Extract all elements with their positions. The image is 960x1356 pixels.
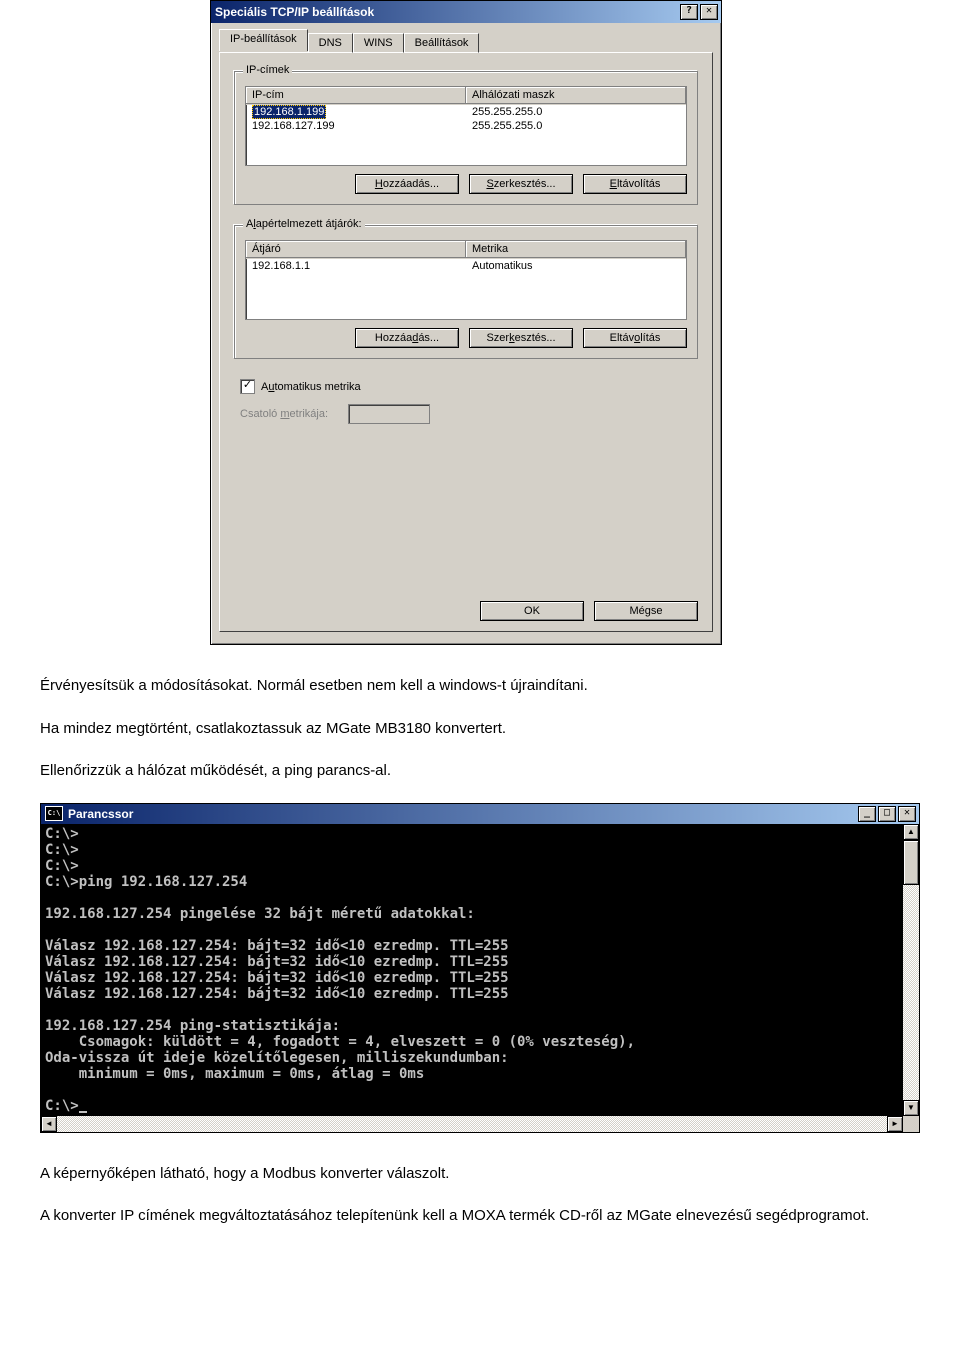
cmd-titlebar: C:\ Parancssor _ □ ✕ <box>41 804 919 824</box>
gw-listview[interactable]: Átjáró Metrika 192.168.1.1 Automatikus <box>245 240 687 320</box>
close-icon[interactable]: ✕ <box>700 4 718 20</box>
maximize-icon[interactable]: □ <box>878 806 896 822</box>
horizontal-scrollbar[interactable]: ◄ ► <box>41 1116 919 1132</box>
ip-row[interactable]: 192.168.127.199 255.255.255.0 <box>246 119 686 133</box>
scroll-left-icon[interactable]: ◄ <box>41 1116 57 1132</box>
ip-cell-ip: 192.168.1.199 <box>252 105 326 119</box>
dialog-titlebar: Speciális TCP/IP beállítások ? ✕ <box>211 1 721 23</box>
gw-cell-gateway: 192.168.1.1 <box>246 259 466 273</box>
tcpip-dialog: Speciális TCP/IP beállítások ? ✕ IP-beál… <box>210 0 722 645</box>
interface-metric-label: Csatoló metrikája: <box>240 408 328 420</box>
doc-paragraph: A konverter IP címének megváltoztatásáho… <box>40 1205 920 1228</box>
cmd-window: C:\ Parancssor _ □ ✕ C:\> C:\> C:\> C:\>… <box>40 803 920 1133</box>
help-icon[interactable]: ? <box>680 4 698 20</box>
tab-ip-settings[interactable]: IP-beállítások <box>219 29 308 51</box>
ok-button[interactable]: OK <box>480 601 584 621</box>
tab-settings[interactable]: Beállítások <box>404 33 480 53</box>
cmd-title: Parancssor <box>68 807 133 821</box>
scroll-up-icon[interactable]: ▲ <box>903 824 919 840</box>
auto-metric-label: Automatikus metrika <box>261 381 361 393</box>
doc-paragraph: Ellenőrizzük a hálózat működését, a ping… <box>40 760 920 783</box>
ip-cell-ip: 192.168.127.199 <box>246 119 466 133</box>
dialog-title: Speciális TCP/IP beállítások <box>215 5 374 19</box>
scroll-corner <box>903 1116 919 1132</box>
minimize-icon[interactable]: _ <box>858 806 876 822</box>
gw-cell-metric: Automatikus <box>466 259 686 273</box>
scroll-track[interactable] <box>57 1116 887 1132</box>
scroll-right-icon[interactable]: ► <box>887 1116 903 1132</box>
gw-edit-button[interactable]: Szerkesztés... <box>469 328 573 348</box>
ip-row[interactable]: 192.168.1.199 255.255.255.0 <box>246 105 686 119</box>
scroll-track[interactable] <box>903 840 919 1100</box>
ip-edit-button[interactable]: Szerkesztés... <box>469 174 573 194</box>
ip-cell-mask: 255.255.255.0 <box>466 105 686 119</box>
ip-group-title: IP-címek <box>243 64 292 76</box>
gateways-group: Alapértelmezett átjárók: Átjáró Metrika … <box>234 225 698 359</box>
close-icon[interactable]: ✕ <box>898 806 916 822</box>
vertical-scrollbar[interactable]: ▲ ▼ <box>903 824 919 1116</box>
doc-paragraph: Ha mindez megtörtént, csatlakoztassuk az… <box>40 718 920 741</box>
tab-panel: IP-címek IP-cím Alhálózati maszk 192.168… <box>219 52 713 632</box>
ip-header-ipcim[interactable]: IP-cím <box>246 87 466 104</box>
ip-addresses-group: IP-címek IP-cím Alhálózati maszk 192.168… <box>234 71 698 205</box>
doc-paragraph: Érvényesítsük a módosításokat. Normál es… <box>40 675 920 698</box>
gw-remove-button[interactable]: Eltávolítás <box>583 328 687 348</box>
gw-group-title: Alapértelmezett átjárók: <box>243 218 365 230</box>
document-text: Érvényesítsük a módosításokat. Normál es… <box>40 675 920 783</box>
doc-paragraph: A képernyőképen látható, hogy a Modbus k… <box>40 1163 920 1186</box>
ip-remove-button[interactable]: Eltávolítás <box>583 174 687 194</box>
cmd-icon: C:\ <box>45 806 63 821</box>
cmd-output: C:\> C:\> C:\> C:\>ping 192.168.127.254 … <box>41 824 903 1116</box>
tab-wins[interactable]: WINS <box>353 33 404 53</box>
tab-dns[interactable]: DNS <box>308 33 353 53</box>
cursor-icon <box>79 1111 87 1113</box>
auto-metric-checkbox[interactable]: ✓ <box>240 379 255 394</box>
scroll-down-icon[interactable]: ▼ <box>903 1100 919 1116</box>
ip-add-button[interactable]: HHozzáadás...ozzáadás... <box>355 174 459 194</box>
cancel-button[interactable]: Mégse <box>594 601 698 621</box>
gw-header-gateway[interactable]: Átjáró <box>246 241 466 258</box>
tab-strip: IP-beállítások DNS WINS Beállítások <box>219 31 713 52</box>
ip-header-mask[interactable]: Alhálózati maszk <box>466 87 686 104</box>
scroll-thumb[interactable] <box>903 840 919 885</box>
gw-header-metric[interactable]: Metrika <box>466 241 686 258</box>
ip-cell-mask: 255.255.255.0 <box>466 119 686 133</box>
gw-row[interactable]: 192.168.1.1 Automatikus <box>246 259 686 273</box>
ip-listview[interactable]: IP-cím Alhálózati maszk 192.168.1.199 25… <box>245 86 687 166</box>
gw-add-button[interactable]: Hozzáadás... <box>355 328 459 348</box>
document-text: A képernyőképen látható, hogy a Modbus k… <box>40 1163 920 1228</box>
interface-metric-input <box>348 404 430 424</box>
